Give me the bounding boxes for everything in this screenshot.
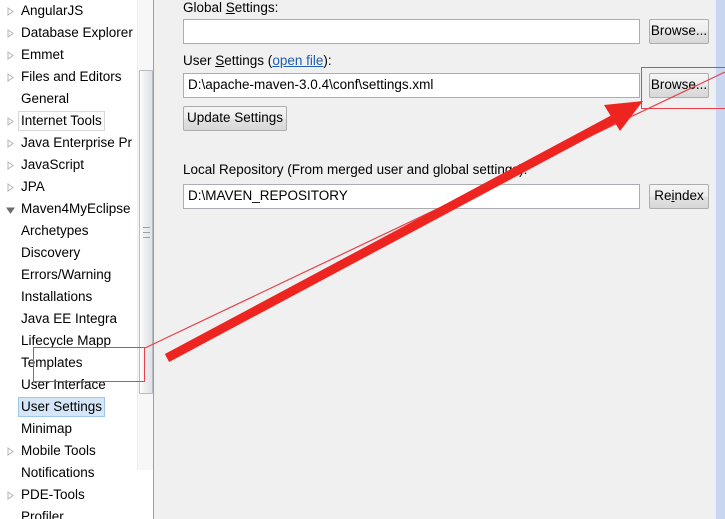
- tree-item-label: Java EE Integra: [21, 311, 118, 327]
- tree-item-maven4myeclipse[interactable]: Maven4MyEclipse: [0, 198, 137, 220]
- tree-item-files-and-editors[interactable]: Files and Editors: [0, 66, 137, 88]
- tree-item-internet-tools[interactable]: Internet Tools: [0, 110, 137, 132]
- tree-item-java-enterprise-pr[interactable]: Java Enterprise Pr: [0, 132, 137, 154]
- chevron-right-icon[interactable]: [2, 46, 18, 64]
- local-repository-input[interactable]: D:\MAVEN_REPOSITORY: [183, 184, 640, 209]
- tree-item-label: Notifications: [21, 465, 95, 481]
- tree-item-general[interactable]: General: [0, 88, 137, 110]
- chevron-right-icon[interactable]: [2, 2, 18, 20]
- tree-item-notifications[interactable]: Notifications: [0, 462, 137, 484]
- tree-item-label: Minimap: [21, 421, 73, 437]
- chevron-right-icon[interactable]: [2, 112, 18, 130]
- chevron-right-icon[interactable]: [2, 24, 18, 42]
- tree-item-label: Templates: [21, 355, 83, 371]
- tree-item-label: PDE-Tools: [21, 487, 85, 503]
- tree-item-label: Errors/Warning: [21, 267, 112, 283]
- tree-item-user-settings[interactable]: User Settings: [0, 396, 137, 418]
- tree-item-installations[interactable]: Installations: [0, 286, 137, 308]
- user-settings-input[interactable]: D:\apache-maven-3.0.4\conf\settings.xml: [183, 73, 640, 98]
- tree-item-archetypes[interactable]: Archetypes: [0, 220, 137, 242]
- user-settings-label: User Settings (open file):: [183, 53, 332, 68]
- tree-item-lifecycle-mapp[interactable]: Lifecycle Mapp: [0, 330, 137, 352]
- tree-item-label: Archetypes: [21, 223, 89, 239]
- global-settings-browse-button[interactable]: Browse...: [649, 19, 709, 44]
- tree-item-database-explorer[interactable]: Database Explorer: [0, 22, 137, 44]
- right-edge-strip: [716, 0, 725, 519]
- reindex-button[interactable]: Reindex: [649, 184, 709, 209]
- scrollbar-grip-icon: [143, 227, 150, 238]
- preferences-category-tree[interactable]: AngularJS Database Explorer Emmet Files and…: [0, 0, 137, 519]
- chevron-right-icon[interactable]: [2, 178, 18, 196]
- tree-item-errors-warning[interactable]: Errors/Warning: [0, 264, 137, 286]
- tree-item-discovery[interactable]: Discovery: [0, 242, 137, 264]
- chevron-right-icon[interactable]: [2, 442, 18, 460]
- tree-item-label: User Interface: [21, 377, 106, 393]
- global-settings-input[interactable]: [183, 19, 640, 44]
- update-settings-button[interactable]: Update Settings: [183, 106, 287, 131]
- tree-item-label: Database Explorer: [21, 25, 133, 41]
- tree-vertical-scrollbar[interactable]: [137, 0, 153, 470]
- chevron-right-icon[interactable]: [2, 486, 18, 504]
- tree-item-user-interface[interactable]: User Interface: [0, 374, 137, 396]
- tree-item-jpa[interactable]: JPA: [0, 176, 137, 198]
- chevron-down-icon[interactable]: [2, 200, 18, 218]
- tree-item-javascript[interactable]: JavaScript: [0, 154, 137, 176]
- tree-item-label: Mobile Tools: [21, 443, 96, 459]
- tree-item-label: Emmet: [21, 47, 64, 63]
- tree-item-templates[interactable]: Templates: [0, 352, 137, 374]
- chevron-right-icon[interactable]: [2, 134, 18, 152]
- panel-divider-gap: [154, 0, 162, 519]
- global-settings-label: Global Settings:: [183, 0, 279, 15]
- tree-item-label: Files and Editors: [21, 69, 122, 85]
- maven-user-settings-page: Global Settings: Browse... User Settings…: [162, 0, 716, 519]
- user-settings-browse-button[interactable]: Browse...: [649, 73, 709, 98]
- tree-item-minimap[interactable]: Minimap: [0, 418, 137, 440]
- tree-item-label: Java Enterprise Pr: [21, 135, 133, 151]
- tree-item-java-ee-integra[interactable]: Java EE Integra: [0, 308, 137, 330]
- tree-item-label: Installations: [21, 289, 93, 305]
- tree-item-label: Profiler: [21, 509, 64, 519]
- tree-item-label: AngularJS: [21, 3, 84, 19]
- chevron-right-icon[interactable]: [2, 156, 18, 174]
- tree-scrollbar-thumb[interactable]: [139, 70, 153, 394]
- tree-item-label: General: [21, 91, 70, 107]
- tree-item-profiler[interactable]: Profiler: [0, 506, 137, 519]
- tree-item-mobile-tools[interactable]: Mobile Tools: [0, 440, 137, 462]
- tree-item-label: Discovery: [21, 245, 81, 261]
- chevron-right-icon[interactable]: [2, 68, 18, 86]
- tree-item-label: User Settings: [18, 397, 106, 418]
- tree-item-label: JavaScript: [21, 157, 85, 173]
- tree-item-label: Internet Tools: [18, 111, 105, 132]
- open-file-link[interactable]: open file: [272, 53, 323, 68]
- tree-item-label: JPA: [21, 179, 45, 195]
- tree-item-label: Lifecycle Mapp: [21, 333, 112, 349]
- preferences-dialog-body: AngularJS Database Explorer Emmet Files and…: [0, 0, 725, 519]
- tree-item-pde-tools[interactable]: PDE-Tools: [0, 484, 137, 506]
- tree-item-angularjs[interactable]: AngularJS: [0, 0, 137, 22]
- tree-item-label: Maven4MyEclipse: [21, 201, 131, 217]
- tree-item-emmet[interactable]: Emmet: [0, 44, 137, 66]
- local-repository-label: Local Repository (From merged user and g…: [183, 162, 528, 177]
